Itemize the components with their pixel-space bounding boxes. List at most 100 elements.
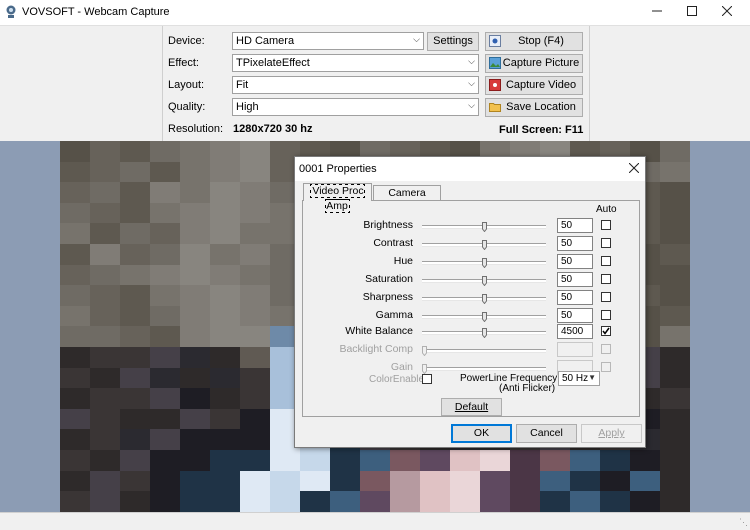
capture-picture-button[interactable]: Capture Picture [485,54,583,73]
pixel-block [150,449,180,471]
pixel-block [150,285,180,306]
pixel-block [270,491,300,512]
pixel-block [210,264,240,286]
pixel-block [150,408,180,430]
tab-camera-control[interactable]: Camera Control [373,185,441,214]
pixel-block [150,326,180,347]
pixel-block [120,223,150,244]
settings-button[interactable]: Settings [427,32,479,51]
hue-auto-checkbox[interactable] [601,256,611,266]
powerline-sublabel: (Anti Flicker) [499,383,556,394]
auto-column-header: Auto [596,204,617,215]
white-balance-slider[interactable] [422,328,546,338]
slider-thumb-icon[interactable] [482,294,487,304]
sharpness-slider[interactable] [422,294,546,304]
white-balance-auto-checkbox[interactable] [601,326,611,336]
slider-thumb-icon[interactable] [482,276,487,286]
apply-button[interactable]: Apply [581,424,642,443]
capture-video-button[interactable]: Capture Video [485,76,583,95]
gain-auto-checkbox[interactable] [601,362,611,372]
resize-grip-icon[interactable]: ⋱ [739,517,748,528]
saturation-label: Saturation [365,273,413,285]
pixel-block [510,449,540,471]
pixel-block [360,449,390,471]
hue-value[interactable]: 50 [557,254,593,269]
slider-thumb-icon[interactable] [482,328,487,338]
pixel-block [120,429,150,450]
powerline-select[interactable]: 50 Hz ▼ [558,371,600,386]
save-location-button[interactable]: Save Location [485,98,583,117]
pixel-block [660,161,690,183]
pixel-block [60,326,90,347]
slider-thumb-icon[interactable] [422,364,427,374]
chevron-down-icon: ⌵ [413,34,420,44]
property-row: White Balance 4500 [295,324,645,341]
pixel-block [240,243,270,265]
pixel-block [120,182,150,203]
gain-slider[interactable] [422,364,546,374]
gamma-auto-checkbox[interactable] [601,310,611,320]
pixel-block [210,202,240,224]
layout-select[interactable]: Fit ⌵ [232,76,479,94]
pixel-block [660,408,690,430]
backlight-comp-value[interactable] [557,342,593,357]
close-window-button[interactable] [704,0,750,25]
saturation-slider[interactable] [422,276,546,286]
pixel-block [210,141,240,162]
contrast-value[interactable]: 50 [557,236,593,251]
contrast-label: Contrast [373,237,413,249]
pixel-block [210,470,240,492]
pixel-block [60,223,90,244]
dialog-close-button[interactable] [628,160,640,176]
pixel-block [330,470,360,492]
pixel-block [240,429,270,450]
sharpness-auto-checkbox[interactable] [601,292,611,302]
pixel-block [150,346,180,368]
property-row: Sharpness 50 [295,290,645,307]
pixel-block [150,161,180,183]
contrast-auto-checkbox[interactable] [601,238,611,248]
effect-select[interactable]: TPixelateEffect ⌵ [232,54,479,72]
contrast-slider[interactable] [422,240,546,250]
device-label: Device: [168,35,205,47]
device-select[interactable]: HD Camera ⌵ [232,32,424,50]
slider-thumb-icon[interactable] [422,346,427,356]
sharpness-value[interactable]: 50 [557,290,593,305]
pixel-block [450,449,480,471]
pixel-block [180,346,210,368]
slider-thumb-icon[interactable] [482,312,487,322]
pixel-block [90,264,120,286]
slider-thumb-icon[interactable] [482,240,487,250]
pixel-block [210,367,240,389]
pixel-block [480,491,510,512]
pixel-block [660,305,690,327]
color-enable-checkbox[interactable] [422,374,432,384]
saturation-value[interactable]: 50 [557,272,593,287]
cancel-button[interactable]: Cancel [516,424,577,443]
pixel-block [660,223,690,244]
backlight-comp-auto-checkbox[interactable] [601,344,611,354]
slider-thumb-icon[interactable] [482,258,487,268]
hue-slider[interactable] [422,258,546,268]
status-bar: ⋱ [0,512,750,530]
brightness-value[interactable]: 50 [557,218,593,233]
video-record-icon [489,79,501,91]
brightness-slider[interactable] [422,222,546,232]
quality-select[interactable]: High ⌵ [232,98,479,116]
gamma-slider[interactable] [422,312,546,322]
default-button[interactable]: Default [441,398,502,416]
stop-button[interactable]: Stop (F4) [485,32,583,51]
brightness-auto-checkbox[interactable] [601,220,611,230]
tab-video-proc-amp[interactable]: Video Proc Amp [303,183,372,213]
saturation-auto-checkbox[interactable] [601,274,611,284]
slider-thumb-icon[interactable] [482,222,487,232]
pixel-block [210,429,240,450]
pixel-block [660,367,690,389]
checkmark-icon [602,327,610,335]
ok-button[interactable]: OK [451,424,512,443]
gamma-value[interactable]: 50 [557,308,593,323]
white-balance-value[interactable]: 4500 [557,324,593,339]
pixel-block [570,470,600,492]
backlight-comp-slider[interactable] [422,346,546,356]
pixel-block [180,182,210,203]
